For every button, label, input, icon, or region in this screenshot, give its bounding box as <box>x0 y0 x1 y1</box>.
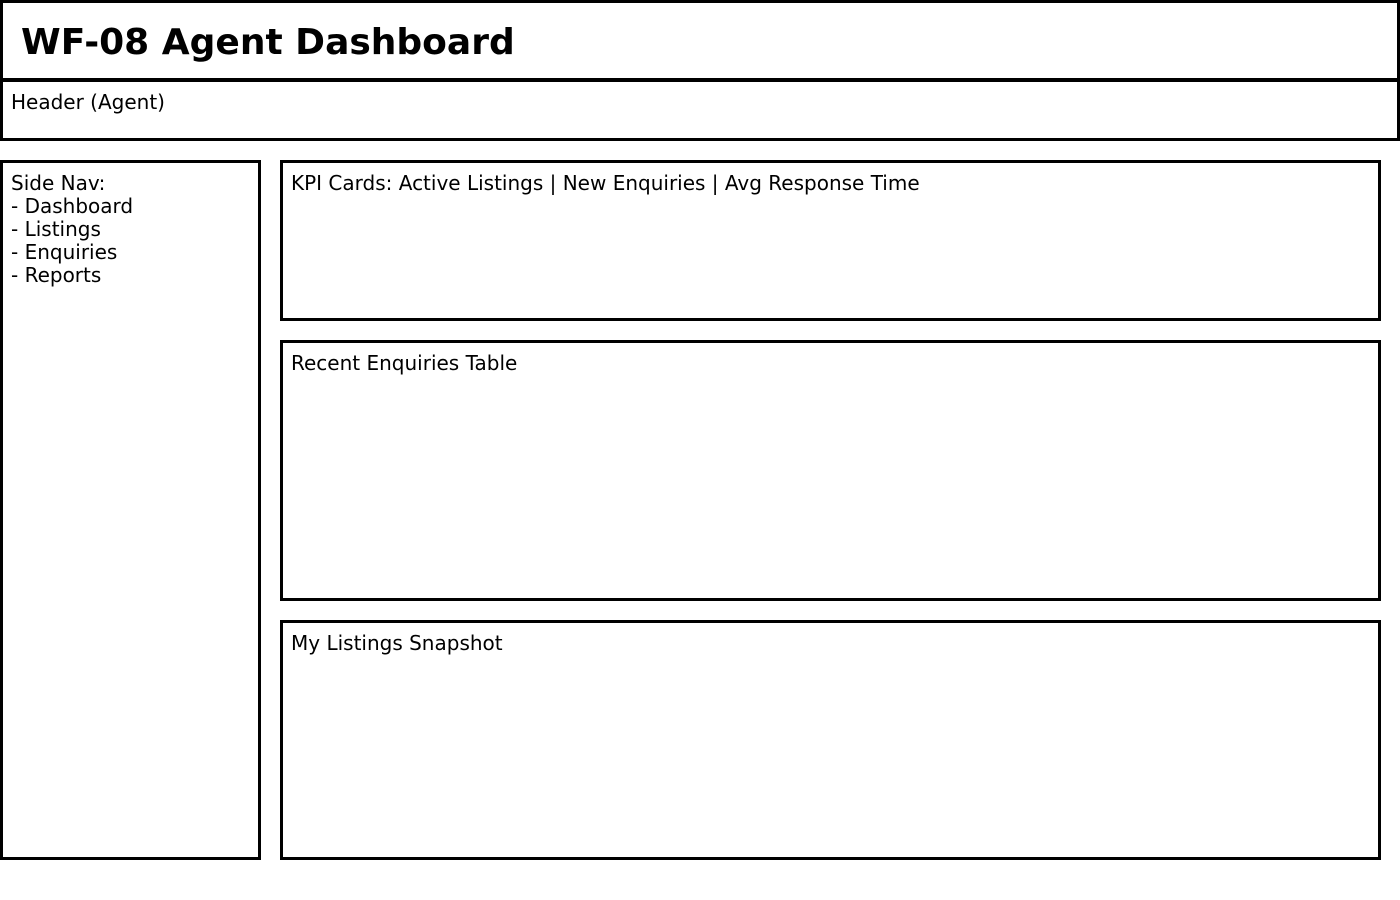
sidebar-item-listings[interactable]: - Listings <box>11 218 133 241</box>
recent-enquiries-panel: Recent Enquiries Table <box>280 340 1381 601</box>
header-placeholder: Header (Agent) <box>0 79 1400 141</box>
sidebar-item-enquiries[interactable]: - Enquiries <box>11 241 133 264</box>
header-label: Header (Agent) <box>11 90 165 114</box>
my-listings-panel: My Listings Snapshot <box>280 620 1381 860</box>
sidebar-item-reports[interactable]: - Reports <box>11 264 133 287</box>
page-title: WF-08 Agent Dashboard <box>21 22 515 63</box>
side-nav-content: Side Nav: - Dashboard - Listings - Enqui… <box>11 172 133 287</box>
recent-enquiries-label: Recent Enquiries Table <box>291 351 518 375</box>
sidebar-item-dashboard[interactable]: - Dashboard <box>11 195 133 218</box>
side-nav: Side Nav: - Dashboard - Listings - Enqui… <box>0 160 261 860</box>
kpi-cards-panel: KPI Cards: Active Listings | New Enquiri… <box>280 160 1381 321</box>
my-listings-label: My Listings Snapshot <box>291 631 503 655</box>
kpi-cards-label: KPI Cards: Active Listings | New Enquiri… <box>291 171 920 195</box>
side-nav-heading: Side Nav: <box>11 171 106 195</box>
title-bar: WF-08 Agent Dashboard <box>0 0 1400 81</box>
